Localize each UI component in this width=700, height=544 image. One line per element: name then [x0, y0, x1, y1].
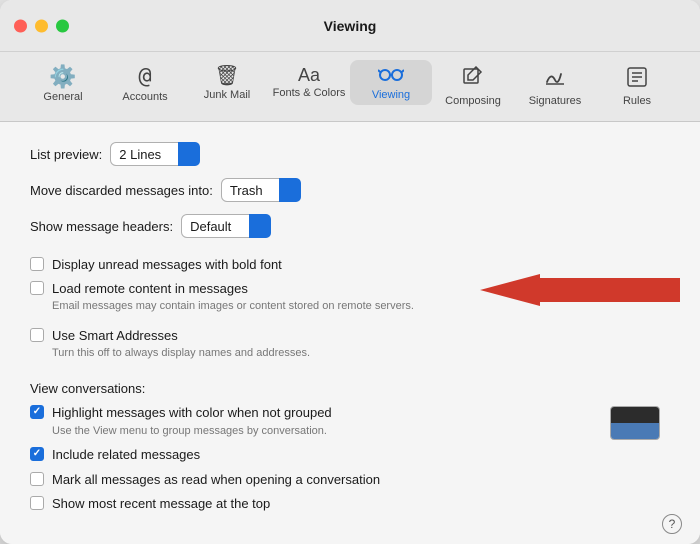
smart-addresses-sublabel: Turn this off to always display names an…: [52, 346, 310, 361]
include-related-label: Include related messages: [52, 446, 200, 464]
toolbar-item-accounts[interactable]: @ Accounts: [104, 60, 186, 107]
mark-read-checkbox[interactable]: [30, 472, 44, 486]
highlight-label: Highlight messages with color when not g…: [52, 404, 602, 422]
list-preview-row: List preview: 2 Lines None 1 Line 3 Line…: [30, 142, 670, 166]
include-related-row: Include related messages: [30, 446, 670, 464]
window-title: Viewing: [324, 18, 377, 34]
bold-unread-checkbox[interactable]: [30, 257, 44, 271]
list-preview-label: List preview:: [30, 147, 102, 162]
bold-unread-label: Display unread messages with bold font: [52, 256, 282, 274]
toolbar-label-general: General: [43, 91, 82, 103]
toolbar-label-signatures: Signatures: [529, 95, 582, 107]
show-headers-select-wrap: Default All Custom: [181, 214, 271, 238]
annotation-arrow: [480, 274, 680, 306]
minimize-button[interactable]: [35, 19, 48, 32]
view-conversations-label: View conversations:: [30, 381, 670, 396]
smart-addresses-label: Use Smart Addresses: [52, 327, 310, 345]
toolbar-label-junk-mail: Junk Mail: [204, 89, 250, 101]
toolbar-label-rules: Rules: [623, 95, 651, 107]
show-headers-label: Show message headers:: [30, 219, 173, 234]
remote-content-row: Load remote content in messages Email me…: [30, 280, 670, 315]
most-recent-row: Show most recent message at the top: [30, 495, 670, 513]
smart-addresses-text: Use Smart Addresses Turn this off to alw…: [52, 327, 310, 362]
list-preview-select-wrap: 2 Lines None 1 Line 3 Lines 5 Lines: [110, 142, 200, 166]
most-recent-label: Show most recent message at the top: [52, 495, 270, 513]
highlight-sublabel: Use the View menu to group messages by c…: [52, 424, 602, 439]
highlight-text: Highlight messages with color when not g…: [52, 404, 602, 439]
toolbar-item-fonts-colors[interactable]: Aa Fonts & Colors: [268, 60, 350, 103]
window-controls: [14, 19, 69, 32]
toolbar-item-rules[interactable]: Rules: [596, 60, 678, 111]
help-button[interactable]: ?: [662, 514, 682, 534]
list-preview-select[interactable]: 2 Lines None 1 Line 3 Lines 5 Lines: [110, 142, 200, 166]
mark-read-text: Mark all messages as read when opening a…: [52, 471, 380, 489]
maximize-button[interactable]: [56, 19, 69, 32]
color-preview[interactable]: [610, 406, 660, 440]
mark-read-row: Mark all messages as read when opening a…: [30, 471, 670, 489]
toolbar-label-fonts-colors: Fonts & Colors: [273, 87, 346, 99]
show-headers-row: Show message headers: Default All Custom: [30, 214, 670, 238]
content-area: List preview: 2 Lines None 1 Line 3 Line…: [0, 122, 700, 544]
color-preview-top: [611, 407, 659, 423]
include-related-text: Include related messages: [52, 446, 200, 464]
rules-icon: [626, 66, 648, 92]
toolbar-item-general[interactable]: ⚙️ General: [22, 60, 104, 107]
fonts-icon: Aa: [298, 66, 320, 84]
move-discarded-label: Move discarded messages into:: [30, 183, 213, 198]
toolbar-label-viewing: Viewing: [372, 89, 410, 101]
most-recent-text: Show most recent message at the top: [52, 495, 270, 513]
toolbar-item-composing[interactable]: Composing: [432, 60, 514, 111]
most-recent-checkbox[interactable]: [30, 496, 44, 510]
gear-icon: ⚙️: [49, 66, 76, 88]
close-button[interactable]: [14, 19, 27, 32]
toolbar: ⚙️ General @ Accounts 🗑 Junk Mail Aa Fon…: [0, 52, 700, 122]
smart-addresses-checkbox[interactable]: [30, 328, 44, 342]
toolbar-item-junk-mail[interactable]: 🗑 Junk Mail: [186, 60, 268, 105]
smart-addresses-row: Use Smart Addresses Turn this off to alw…: [30, 327, 670, 362]
settings-window: Viewing ⚙️ General @ Accounts 🗑 Junk Mai…: [0, 0, 700, 544]
toolbar-item-viewing[interactable]: Viewing: [350, 60, 432, 105]
signatures-icon: [544, 66, 566, 92]
highlight-checkbox[interactable]: [30, 405, 44, 419]
junk-mail-icon: 🗑: [214, 66, 239, 86]
remote-content-label: Load remote content in messages: [52, 280, 414, 298]
bold-unread-text: Display unread messages with bold font: [52, 256, 282, 274]
help-icon: ?: [669, 517, 676, 531]
move-discarded-select[interactable]: Trash Archive: [221, 178, 301, 202]
at-icon: @: [138, 66, 151, 88]
color-preview-bottom: [611, 423, 659, 439]
move-discarded-row: Move discarded messages into: Trash Arch…: [30, 178, 670, 202]
include-related-checkbox[interactable]: [30, 447, 44, 461]
titlebar: Viewing: [0, 0, 700, 52]
compose-icon: [462, 66, 484, 92]
toolbar-item-signatures[interactable]: Signatures: [514, 60, 596, 111]
move-discarded-select-wrap: Trash Archive: [221, 178, 301, 202]
show-headers-select[interactable]: Default All Custom: [181, 214, 271, 238]
mark-read-label: Mark all messages as read when opening a…: [52, 471, 380, 489]
bold-unread-row: Display unread messages with bold font: [30, 256, 670, 274]
toolbar-label-composing: Composing: [445, 95, 501, 107]
viewing-icon: [378, 66, 404, 86]
toolbar-label-accounts: Accounts: [122, 91, 167, 103]
remote-content-text: Load remote content in messages Email me…: [52, 280, 414, 315]
remote-content-checkbox[interactable]: [30, 281, 44, 295]
remote-content-sublabel: Email messages may contain images or con…: [52, 299, 414, 314]
highlight-row: Highlight messages with color when not g…: [30, 404, 670, 440]
